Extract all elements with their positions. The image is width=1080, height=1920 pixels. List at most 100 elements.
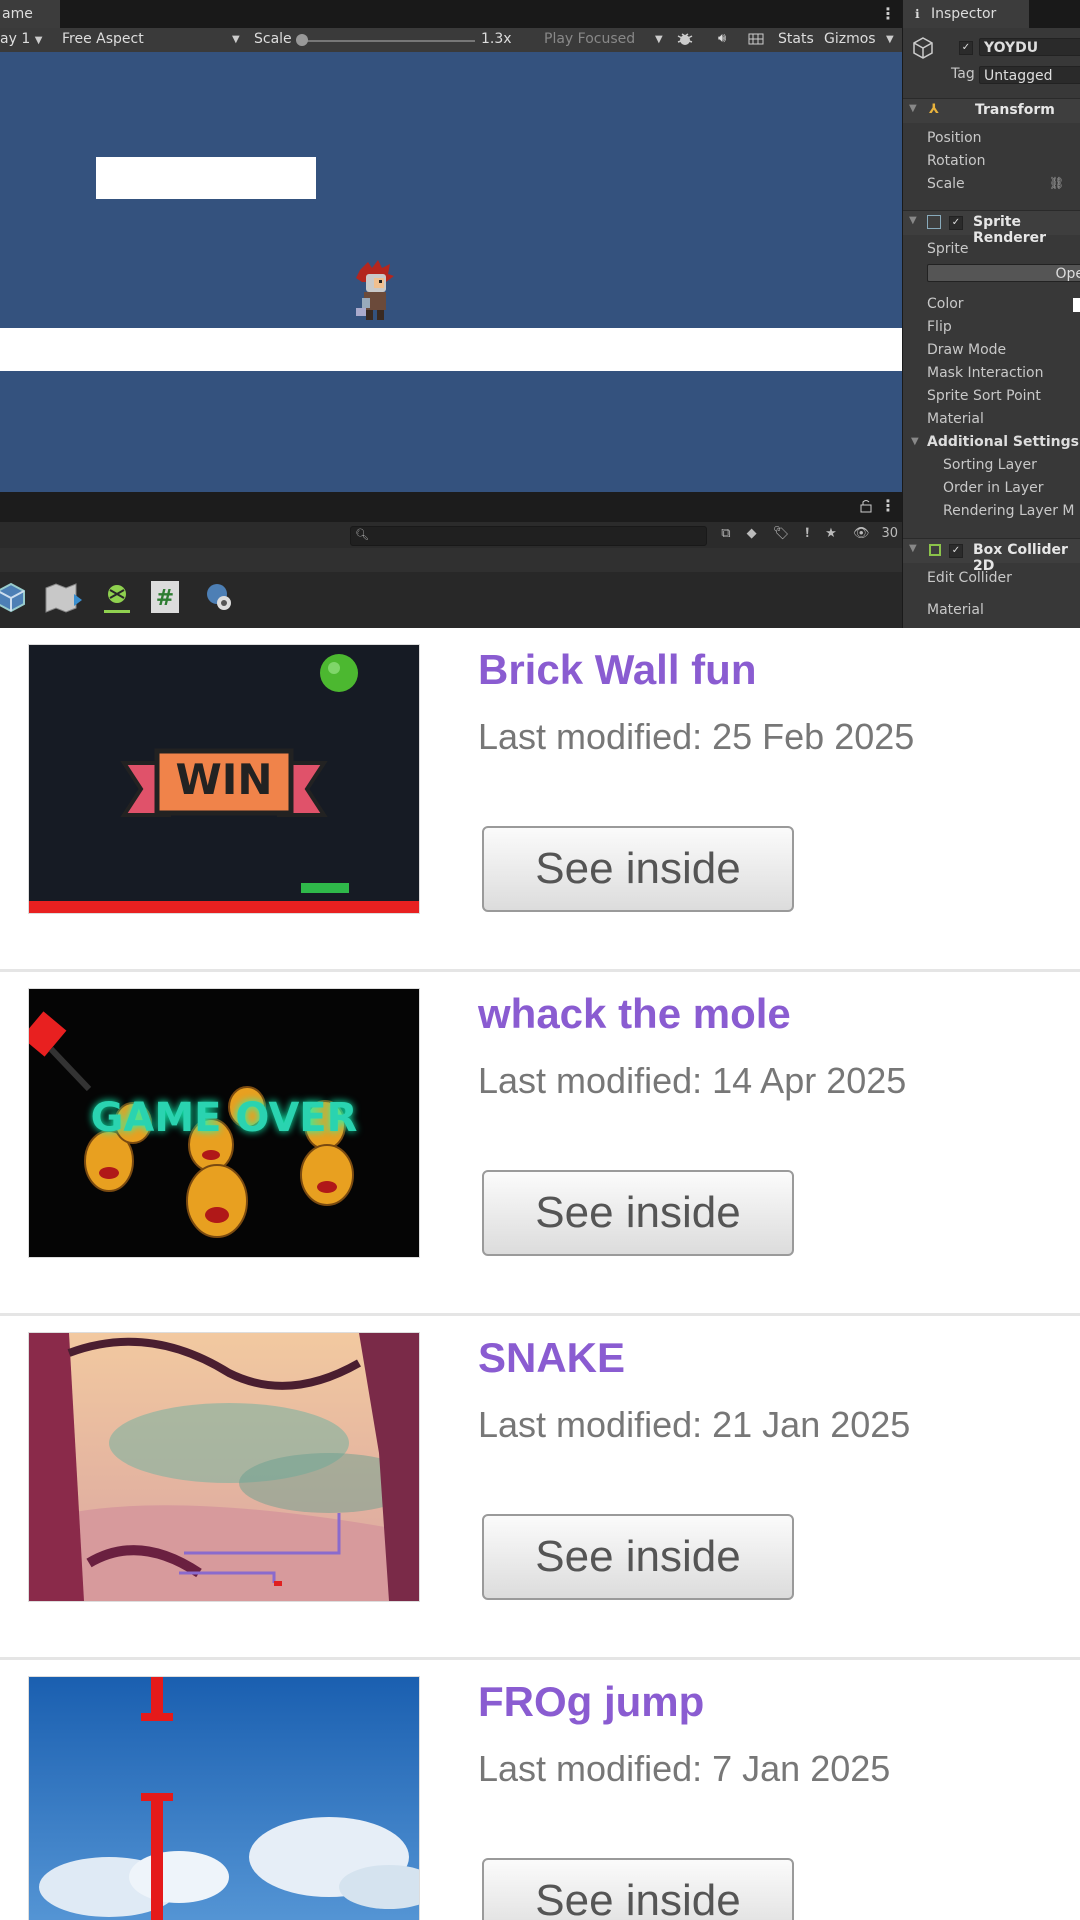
material-label: Material	[927, 411, 984, 427]
settings-asset-icon[interactable]	[202, 580, 236, 614]
sprite-renderer-enabled-checkbox[interactable]: ✓	[949, 216, 963, 230]
chevron-down-icon: ▼	[232, 34, 240, 45]
box-collider-header[interactable]: ▼ ✓ Box Collider 2D	[903, 538, 1080, 574]
sorting-layer-label: Sorting Layer	[943, 457, 1037, 473]
edit-collider-label[interactable]: Edit Collider	[927, 570, 1012, 586]
flip-label: Flip	[927, 319, 952, 335]
transform-title: Transform	[975, 102, 1055, 118]
link-scale-icon[interactable]: ⛓	[1049, 176, 1064, 190]
sprite-renderer-icon	[927, 215, 941, 229]
rotation-label[interactable]: Rotation	[927, 153, 986, 169]
project-thumbnail[interactable]	[28, 1676, 420, 1920]
project-title[interactable]: Brick Wall fun	[478, 646, 756, 694]
scale-slider-track[interactable]	[300, 40, 475, 42]
label-icon[interactable]: 🏷︎	[773, 526, 790, 541]
scene-search-icon[interactable]: ⧉	[721, 526, 730, 541]
project-modified-date: Last modified: 14 Apr 2025	[478, 1060, 907, 1101]
tag-label: Tag	[951, 66, 975, 82]
unity-editor: ame ⋮ ay 1 ▼ Free Aspect ▼ Scale 1.3x Pl…	[0, 0, 1080, 628]
assets-grid: #	[0, 572, 902, 628]
scale-label: Scale	[254, 31, 292, 47]
aspect-value: Free Aspect	[62, 31, 144, 47]
collapse-arrow-icon: ▼	[911, 436, 919, 447]
project-thumbnail[interactable]	[28, 1332, 420, 1602]
display-dropdown[interactable]: ay 1 ▼	[0, 31, 42, 47]
collapse-arrow-icon: ▼	[909, 103, 917, 114]
project-title[interactable]: SNAKE	[478, 1334, 625, 1382]
alert-icon[interactable]: ❗︎	[805, 526, 809, 541]
prefab-asset-icon[interactable]	[0, 580, 28, 614]
visible-count: 30	[881, 526, 898, 541]
see-inside-button[interactable]: See inside	[482, 1858, 794, 1920]
favorite-star-icon[interactable]: ★	[825, 526, 837, 541]
box-collider-enabled-checkbox[interactable]: ✓	[949, 544, 963, 558]
play-mode-dropdown[interactable]: Play Focused	[544, 31, 635, 47]
chevron-down-icon: ▼	[34, 35, 43, 46]
color-swatch[interactable]	[1073, 298, 1080, 312]
chevron-down-icon: ▼	[655, 34, 663, 45]
transform-header[interactable]: ▼ ⅄ Transform	[903, 98, 1080, 123]
collider-material-label: Material	[927, 602, 984, 618]
game-scene-viewport[interactable]	[0, 52, 902, 492]
scale-value: 1.3x	[481, 31, 512, 47]
project-toolbar-icons: ⧉ ◆ 🏷︎ ❗︎ ★ 👁︎ 30	[709, 526, 898, 541]
tilemap-asset-icon[interactable]	[44, 580, 82, 614]
project-title[interactable]: whack the mole	[478, 990, 791, 1038]
project-card: FROg jump Last modified: 7 Jan 2025 See …	[0, 1660, 1080, 1920]
project-card: SNAKE Last modified: 21 Jan 2025 See ins…	[0, 1316, 1080, 1660]
grid-icon[interactable]	[748, 31, 764, 51]
project-title[interactable]: FROg jump	[478, 1678, 704, 1726]
filter-type-icon[interactable]: ◆	[747, 526, 757, 541]
tag-dropdown[interactable]: Untagged	[979, 66, 1080, 84]
see-inside-button[interactable]: See inside	[482, 1514, 794, 1600]
inspector-panel: ℹ Inspector ✓ YOYDU Tag Untagged ▼ ⅄ Tra…	[902, 0, 1080, 628]
project-thumbnail[interactable]: GAME OVER	[28, 988, 420, 1258]
search-icon: 🔍︎	[355, 528, 369, 541]
inspector-tab-bar: ℹ Inspector	[903, 0, 1080, 28]
see-inside-button[interactable]: See inside	[482, 1170, 794, 1256]
project-card: GAME OVER whack the mole Last modified: …	[0, 972, 1080, 1316]
project-search-input[interactable]: 🔍︎	[350, 526, 707, 546]
game-toolbar: ay 1 ▼ Free Aspect ▼ Scale 1.3x Play Foc…	[0, 28, 902, 52]
panel-menu-icon[interactable]: ⋮	[880, 496, 896, 515]
game-panel-menu-icon[interactable]: ⋮	[880, 4, 896, 23]
visibility-eye-icon[interactable]: 👁︎ 30	[853, 526, 898, 541]
rendering-layer-label: Rendering Layer M	[943, 503, 1075, 519]
project-list: WIN Brick Wall fun Last modified: 25 Feb…	[0, 628, 1080, 1920]
mute-audio-icon[interactable]: 🔊︎	[718, 31, 726, 46]
game-tab[interactable]: ame	[0, 0, 60, 28]
open-sprite-editor-button[interactable]: Ope	[927, 264, 1080, 282]
project-thumbnail[interactable]: WIN	[28, 644, 420, 914]
script-asset-icon[interactable]: #	[150, 580, 184, 614]
scale-slider-handle[interactable]	[296, 34, 308, 46]
position-label[interactable]: Position	[927, 130, 982, 146]
player-character-sprite	[352, 260, 398, 324]
active-checkbox[interactable]: ✓	[959, 41, 973, 55]
draw-mode-label: Draw Mode	[927, 342, 1007, 358]
lock-icon[interactable]	[860, 498, 872, 517]
sprite-label: Sprite	[927, 241, 969, 257]
see-inside-button[interactable]: See inside	[482, 826, 794, 912]
floating-platform	[96, 157, 316, 199]
aspect-dropdown[interactable]: Free Aspect	[62, 31, 144, 47]
scale-label[interactable]: Scale	[927, 176, 965, 192]
animation-asset-icon[interactable]	[100, 580, 134, 614]
play-mode-value: Play Focused	[544, 31, 636, 47]
ground-platform	[0, 328, 902, 371]
chevron-down-icon[interactable]: ▼	[886, 34, 894, 45]
object-header: ✓ YOYDU	[903, 36, 1080, 62]
tag-row: Tag Untagged	[903, 66, 1080, 88]
svg-text:#: #	[156, 586, 174, 611]
gameobject-cube-icon	[911, 36, 935, 64]
sprite-renderer-title: Sprite Renderer	[973, 214, 1047, 246]
project-modified-date: Last modified: 7 Jan 2025	[478, 1748, 891, 1789]
bug-icon[interactable]	[676, 30, 694, 52]
order-in-layer-label: Order in Layer	[943, 480, 1044, 496]
gizmos-button[interactable]: Gizmos	[824, 31, 876, 47]
collapse-arrow-icon: ▼	[909, 543, 917, 554]
object-name-field[interactable]: YOYDU	[979, 38, 1080, 56]
stats-button[interactable]: Stats	[778, 31, 814, 47]
inspector-tab[interactable]: ℹ Inspector	[903, 0, 1029, 28]
sprite-renderer-header[interactable]: ▼ ✓ Sprite Renderer	[903, 210, 1080, 246]
thumbnail-caption: WIN	[175, 755, 273, 804]
